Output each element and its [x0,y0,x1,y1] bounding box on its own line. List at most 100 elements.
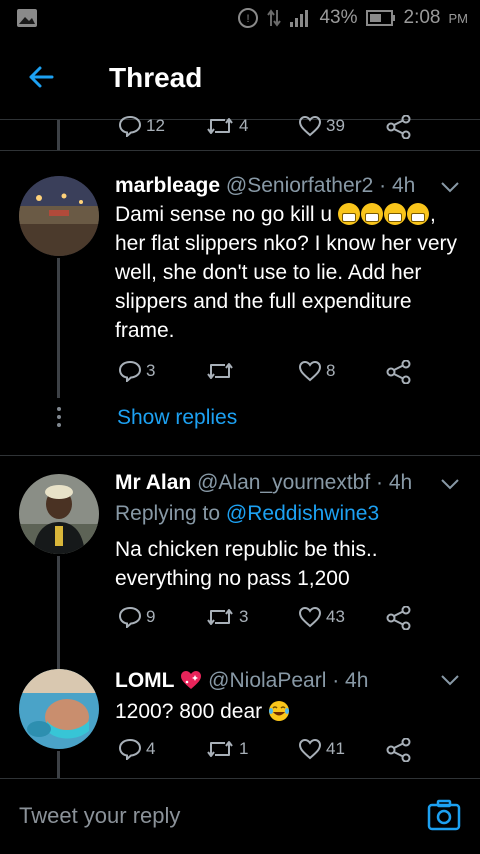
reply-count: 9 [146,607,156,626]
tweet-time: · 4h [376,471,413,494]
svg-text:!: ! [247,13,250,25]
like-button[interactable]: 8 [298,360,335,382]
retweet-count: 4 [239,116,249,135]
author-handle[interactable]: @Seniorfather2 [226,174,373,197]
share-button[interactable] [386,606,412,630]
share-icon [386,606,411,630]
author-handle[interactable]: @Alan_yournextbf [197,471,370,494]
tweet-actions: 9 3 43 [0,606,480,636]
sync-icon: ! [238,8,259,28]
tweet-header: LOML @NiolaPearl · 4h [115,669,368,693]
like-button[interactable]: 39 [298,115,345,137]
avatar[interactable] [19,176,99,256]
like-count: 39 [326,116,345,135]
reply-composer[interactable]: Tweet your reply [0,779,480,854]
avatar[interactable] [19,669,99,749]
share-icon [386,115,411,139]
tweet-actions: 3 8 [0,360,480,390]
author-name[interactable]: marbleage [115,174,220,197]
reply-input[interactable]: Tweet your reply [19,803,180,829]
more-replies-dots-icon [56,407,62,431]
like-button[interactable]: 41 [298,738,345,760]
grinning-face-emoji-icon [360,203,383,225]
signal-icon [290,10,309,27]
share-button[interactable] [386,115,412,139]
reply-button[interactable]: 3 [118,360,155,382]
data-transfer-icon [267,9,282,27]
chevron-down-icon[interactable] [440,673,460,687]
tweet-text: Dami sense no go kill u , her flat slipp… [115,200,465,345]
tweet-divider [0,455,480,456]
tweet-actions: 4 1 41 [0,738,480,768]
share-button[interactable] [386,360,412,384]
like-count: 43 [326,607,345,626]
heart-icon [298,360,322,382]
avatar-photo [19,176,99,256]
tweet-header: marbleage @Seniorfather2 · 4h [115,174,415,198]
retweet-button[interactable] [205,360,239,382]
share-button[interactable] [386,738,412,762]
heart-icon [298,606,322,628]
reply-icon [118,360,142,382]
tweet-divider [0,150,480,151]
page-title: Thread [109,62,203,93]
retweet-icon [207,741,233,757]
clock-time: 2:08 [403,7,441,28]
tweet-actions-top: 12 4 39 [0,115,480,145]
camera-icon[interactable] [427,799,461,831]
retweet-count: 3 [239,607,249,626]
replying-to-label: Replying to [115,502,221,525]
grinning-face-emoji-icon [337,203,360,225]
clock-ampm: PM [448,10,469,26]
like-count: 41 [326,739,345,758]
reply-button[interactable]: 9 [118,606,155,628]
tweet-time: · 4h [379,174,416,197]
tweet-time: · 4h [332,669,369,692]
tweet-header: Mr Alan @Alan_yournextbf · 4h [115,471,412,495]
share-icon [386,360,411,384]
like-button[interactable]: 43 [298,606,345,628]
avatar-photo [19,669,99,749]
reply-button[interactable]: 12 [118,115,165,137]
heart-icon [298,115,322,137]
sparkling-heart-emoji-icon [181,671,202,689]
reply-button[interactable]: 4 [118,738,155,760]
share-icon [386,738,411,762]
retweet-icon [207,609,233,625]
gallery-icon [17,9,37,27]
retweet-icon [207,118,233,134]
author-name[interactable]: Mr Alan [115,471,191,494]
avatar-photo [19,474,99,554]
chevron-down-icon[interactable] [440,477,460,491]
tweet-text-start: 1200? 800 dear [115,700,268,723]
reply-count: 4 [146,739,156,758]
grinning-face-emoji-icon [383,203,406,225]
grinning-face-emoji-icon [406,203,429,225]
retweet-count: 1 [239,739,249,758]
retweet-button[interactable]: 1 [205,738,248,760]
reply-count: 3 [146,361,156,380]
author-handle[interactable]: @NiolaPearl [208,669,326,692]
heart-icon [298,738,322,760]
tweet-text: 1200? 800 dear [115,697,465,726]
author-name[interactable]: LOML [115,669,174,692]
retweet-button[interactable]: 4 [205,115,248,137]
tweet-text-start: Dami sense no go kill u [115,203,338,226]
replying-to: Replying to @Reddishwine3 [115,502,379,526]
app-bar: Thread [0,38,480,120]
reply-icon [118,738,142,760]
like-count: 8 [326,361,336,380]
replying-to-handle[interactable]: @Reddishwine3 [226,502,379,525]
reply-count: 12 [146,116,165,135]
show-replies-link[interactable]: Show replies [117,406,237,430]
chevron-down-icon[interactable] [440,180,460,194]
avatar[interactable] [19,474,99,554]
battery-percent: 43% [319,7,358,28]
tears-of-joy-emoji-icon [268,701,289,721]
retweet-icon [207,363,233,379]
reply-icon [118,606,142,628]
reply-icon [118,115,142,137]
back-arrow-icon[interactable] [26,62,56,92]
battery-icon [365,10,395,26]
retweet-button[interactable]: 3 [205,606,248,628]
